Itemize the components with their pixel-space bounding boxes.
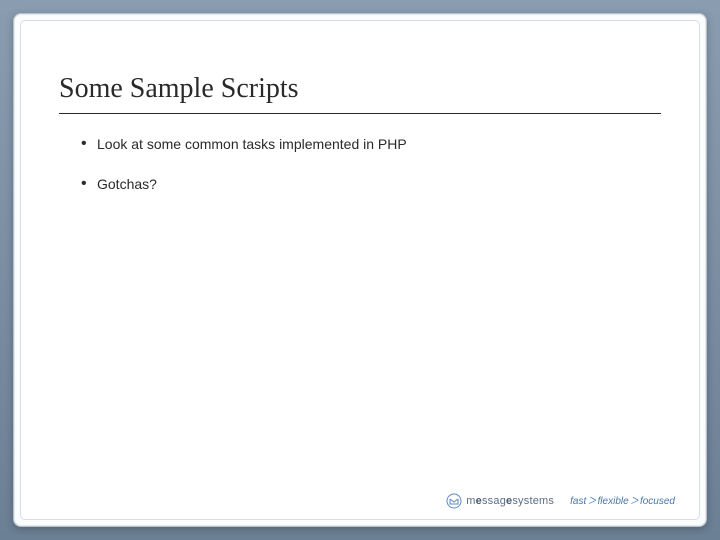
slide-frame: Some Sample Scripts Look at some common … (13, 13, 707, 527)
slide-footer: messagesystems fastᐳflexibleᐳfocused (446, 493, 675, 509)
bullet-list: Look at some common tasks implemented in… (59, 136, 661, 192)
envelope-icon (446, 493, 462, 509)
brand-logo: messagesystems (446, 493, 554, 509)
list-item: Look at some common tasks implemented in… (81, 136, 661, 152)
slide-content: Some Sample Scripts Look at some common … (21, 21, 699, 192)
list-item: Gotchas? (81, 176, 661, 192)
tagline: fastᐳflexibleᐳfocused (570, 496, 675, 507)
brand-text: messagesystems (466, 495, 554, 507)
slide-inner: Some Sample Scripts Look at some common … (20, 20, 700, 520)
slide-title: Some Sample Scripts (59, 73, 661, 114)
